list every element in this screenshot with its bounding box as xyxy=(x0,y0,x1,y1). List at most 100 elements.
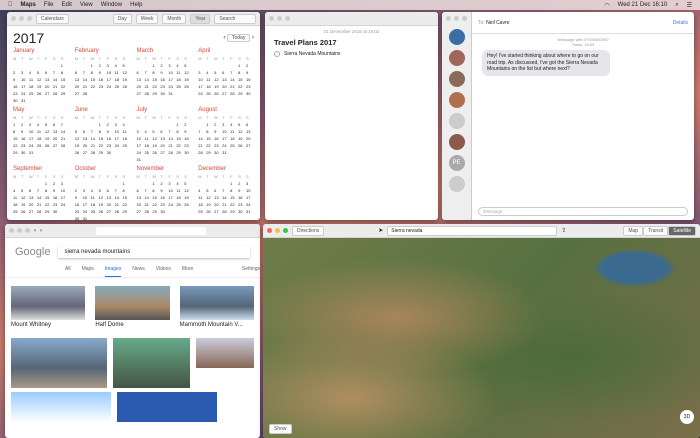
day-cell[interactable]: 25 xyxy=(176,202,184,207)
day-cell[interactable]: 26 xyxy=(184,202,192,207)
day-cell[interactable]: 15 xyxy=(152,195,160,200)
day-cell[interactable]: 25 xyxy=(29,91,37,96)
day-cell[interactable]: 4 xyxy=(37,122,45,127)
day-cell[interactable]: 5 xyxy=(184,181,192,186)
day-cell[interactable]: 22 xyxy=(238,84,246,89)
window-controls[interactable] xyxy=(269,16,290,21)
day-cell[interactable]: 22 xyxy=(91,84,99,89)
day-cell[interactable]: 30 xyxy=(75,216,83,220)
day-cell[interactable]: 13 xyxy=(83,136,91,141)
day-cell[interactable]: 11 xyxy=(115,70,123,75)
contact-avatar[interactable]: PE xyxy=(448,155,465,171)
view-year[interactable]: Year xyxy=(190,13,211,24)
day-cell[interactable]: 3 xyxy=(83,188,91,193)
show-button[interactable]: Show xyxy=(269,424,292,434)
day-cell[interactable]: 25 xyxy=(198,209,206,214)
day-cell[interactable]: 17 xyxy=(168,77,176,82)
day-cell[interactable]: 29 xyxy=(238,91,246,96)
day-cell[interactable]: 29 xyxy=(99,150,107,155)
result-label[interactable]: Mount Whitney xyxy=(11,322,85,328)
day-cell[interactable]: 17 xyxy=(137,143,145,148)
search-input[interactable]: sierra nevada mountains xyxy=(58,246,250,258)
day-cell[interactable]: 5 xyxy=(206,188,214,193)
day-cell[interactable]: 26 xyxy=(238,143,246,148)
day-cell[interactable]: 22 xyxy=(99,143,107,148)
checklist-item[interactable]: Sierra Nevada Mountains xyxy=(284,51,340,57)
day-cell[interactable]: 17 xyxy=(83,202,91,207)
day-cell[interactable]: 15 xyxy=(230,195,238,200)
result-image[interactable] xyxy=(179,286,254,320)
day-cell[interactable]: 25 xyxy=(13,209,21,214)
day-cell[interactable]: 26 xyxy=(21,209,29,214)
day-cell[interactable]: 23 xyxy=(99,84,107,89)
day-cell[interactable]: 24 xyxy=(168,84,176,89)
day-cell[interactable]: 26 xyxy=(214,91,222,96)
day-cell[interactable]: 31 xyxy=(246,209,254,214)
day-cell[interactable]: 3 xyxy=(115,122,123,127)
day-cell[interactable]: 27 xyxy=(214,209,222,214)
day-cell[interactable]: 6 xyxy=(75,70,83,75)
search-tab[interactable]: Videos xyxy=(156,266,171,277)
day-cell[interactable]: 20 xyxy=(53,136,61,141)
day-cell[interactable]: 15 xyxy=(13,136,21,141)
day-cell[interactable]: 28 xyxy=(61,143,69,148)
day-cell[interactable]: 9 xyxy=(246,70,254,75)
day-cell[interactable]: 16 xyxy=(21,136,29,141)
day-cell[interactable]: 19 xyxy=(184,195,192,200)
day-cell[interactable]: 5 xyxy=(21,188,29,193)
day-cell[interactable]: 24 xyxy=(83,209,91,214)
day-cell[interactable]: 27 xyxy=(246,143,254,148)
day-cell[interactable]: 19 xyxy=(21,202,29,207)
day-cell[interactable]: 23 xyxy=(184,143,192,148)
day-cell[interactable]: 12 xyxy=(214,77,222,82)
day-cell[interactable]: 10 xyxy=(137,136,145,141)
day-cell[interactable]: 9 xyxy=(160,188,168,193)
day-cell[interactable]: 8 xyxy=(123,188,131,193)
day-cell[interactable]: 27 xyxy=(137,209,145,214)
day-cell[interactable]: 24 xyxy=(246,202,254,207)
day-cell[interactable]: 27 xyxy=(107,209,115,214)
day-cell[interactable]: 3 xyxy=(29,122,37,127)
day-cell[interactable]: 31 xyxy=(29,150,37,155)
contact-avatar[interactable] xyxy=(448,92,465,108)
day-cell[interactable]: 1 xyxy=(45,181,53,186)
day-cell[interactable]: 7 xyxy=(198,129,206,134)
day-cell[interactable]: 27 xyxy=(29,209,37,214)
day-cell[interactable]: 3 xyxy=(137,129,145,134)
day-cell[interactable]: 28 xyxy=(144,209,152,214)
window-controls[interactable] xyxy=(442,12,471,25)
day-cell[interactable]: 5 xyxy=(37,70,45,75)
day-cell[interactable]: 29 xyxy=(61,91,69,96)
day-cell[interactable]: 19 xyxy=(123,77,131,82)
day-cell[interactable]: 14 xyxy=(91,136,99,141)
day-cell[interactable]: 13 xyxy=(53,129,61,134)
clock[interactable]: Wed 21 Dec 16:10 xyxy=(618,2,668,9)
day-cell[interactable]: 3 xyxy=(168,63,176,68)
contact-avatar[interactable] xyxy=(448,134,465,150)
day-cell[interactable]: 18 xyxy=(91,202,99,207)
day-cell[interactable]: 11 xyxy=(13,195,21,200)
map-mode[interactable]: Map xyxy=(623,225,644,236)
day-cell[interactable]: 29 xyxy=(13,150,21,155)
day-cell[interactable]: 6 xyxy=(53,122,61,127)
directions-button[interactable]: Directions xyxy=(292,225,325,236)
day-cell[interactable]: 16 xyxy=(184,136,192,141)
day-cell[interactable]: 18 xyxy=(176,77,184,82)
day-cell[interactable]: 29 xyxy=(45,209,53,214)
day-cell[interactable]: 9 xyxy=(184,129,192,134)
day-cell[interactable]: 27 xyxy=(45,91,53,96)
search-tab[interactable]: All xyxy=(65,266,71,277)
day-cell[interactable]: 19 xyxy=(75,143,83,148)
day-cell[interactable]: 6 xyxy=(246,122,254,127)
day-cell[interactable]: 6 xyxy=(137,188,145,193)
day-cell[interactable]: 27 xyxy=(160,150,168,155)
day-cell[interactable]: 15 xyxy=(61,77,69,82)
day-cell[interactable]: 28 xyxy=(168,150,176,155)
day-cell[interactable]: 9 xyxy=(238,188,246,193)
day-cell[interactable]: 14 xyxy=(198,136,206,141)
day-cell[interactable]: 9 xyxy=(75,195,83,200)
day-cell[interactable]: 10 xyxy=(168,70,176,75)
day-cell[interactable]: 18 xyxy=(13,202,21,207)
day-cell[interactable]: 26 xyxy=(206,209,214,214)
day-cell[interactable]: 30 xyxy=(107,150,115,155)
